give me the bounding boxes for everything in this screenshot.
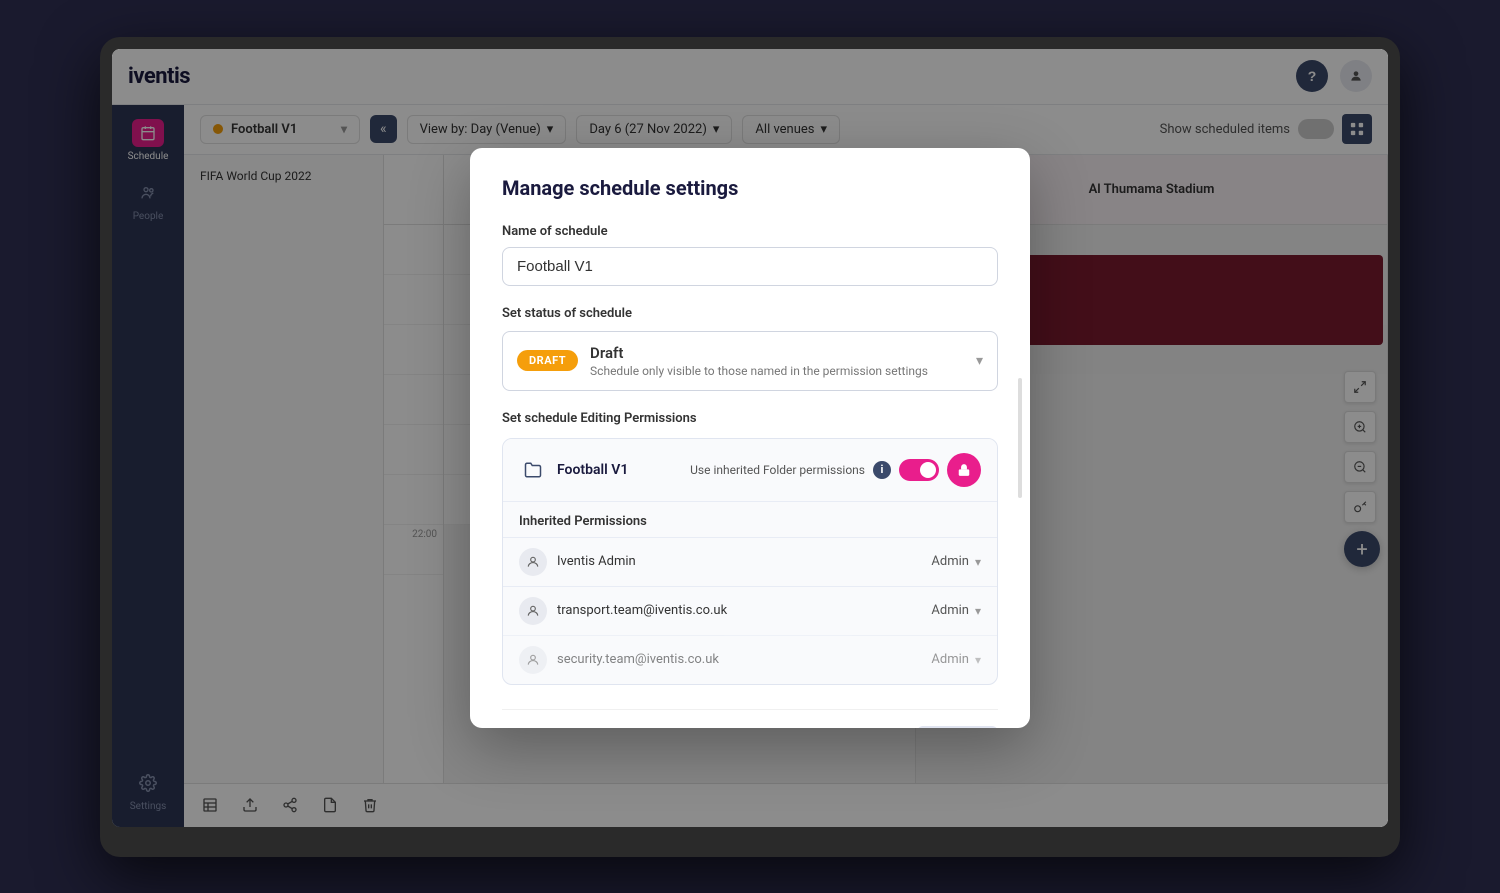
perm-role-chevron-1: ▾ (975, 604, 981, 618)
inherited-toggle-area: Use inherited Folder permissions i (690, 453, 981, 487)
permissions-section: Set schedule Editing Permissions Footbal… (502, 411, 998, 685)
name-field-label: Name of schedule (502, 224, 998, 239)
folder-header: Football V1 Use inherited Folder permiss… (503, 439, 997, 502)
lock-icon-button[interactable] (947, 453, 981, 487)
perm-role-chevron-2: ▾ (975, 653, 981, 667)
folder-permissions-box: Football V1 Use inherited Folder permiss… (502, 438, 998, 685)
status-name: Draft (590, 344, 964, 362)
modal-footer: Delete Cancel Save (502, 709, 998, 728)
status-chevron-icon: ▾ (976, 353, 983, 369)
perm-role-select-1[interactable]: Admin ▾ (931, 603, 981, 618)
scrollbar-hint (1018, 378, 1022, 498)
modal-overlay: Manage schedule settings Name of schedul… (112, 49, 1388, 827)
permission-row-1: transport.team@iventis.co.uk Admin ▾ (503, 586, 997, 635)
folder-icon (519, 456, 547, 484)
status-description: Schedule only visible to those named in … (590, 364, 964, 378)
perm-role-2: Admin (931, 652, 969, 667)
perm-user-2: security.team@iventis.co.uk (557, 652, 921, 667)
perm-role-chevron-0: ▾ (975, 555, 981, 569)
perm-role-1: Admin (931, 603, 969, 618)
perm-user-icon-1 (519, 597, 547, 625)
status-section-label: Set status of schedule (502, 306, 998, 321)
perm-user-icon-2 (519, 646, 547, 674)
permission-row-0: Iventis Admin Admin ▾ (503, 537, 997, 586)
permission-row-2: security.team@iventis.co.uk Admin ▾ (503, 635, 997, 684)
draft-badge: DRAFT (517, 350, 578, 371)
perm-user-icon-0 (519, 548, 547, 576)
inherited-toggle-switch[interactable] (899, 459, 939, 481)
status-dropdown[interactable]: DRAFT Draft Schedule only visible to tho… (502, 331, 998, 391)
inherited-toggle-label: Use inherited Folder permissions (690, 463, 865, 477)
modal-footer-right: Cancel Save (830, 726, 998, 728)
folder-name: Football V1 (557, 462, 628, 478)
status-info: Draft Schedule only visible to those nam… (590, 344, 964, 378)
schedule-name-input[interactable] (502, 247, 998, 286)
perm-user-0: Iventis Admin (557, 554, 921, 569)
manage-schedule-modal: Manage schedule settings Name of schedul… (470, 148, 1030, 728)
modal-title: Manage schedule settings (502, 176, 998, 200)
permissions-section-label: Set schedule Editing Permissions (502, 411, 998, 426)
perm-user-1: transport.team@iventis.co.uk (557, 603, 921, 618)
save-button[interactable]: Save (917, 726, 998, 728)
info-icon-button[interactable]: i (873, 461, 891, 479)
perm-role-0: Admin (931, 554, 969, 569)
perm-role-select-2[interactable]: Admin ▾ (931, 652, 981, 667)
inherited-permissions-title: Inherited Permissions (503, 502, 997, 537)
cancel-button[interactable]: Cancel (830, 726, 906, 728)
perm-role-select-0[interactable]: Admin ▾ (931, 554, 981, 569)
